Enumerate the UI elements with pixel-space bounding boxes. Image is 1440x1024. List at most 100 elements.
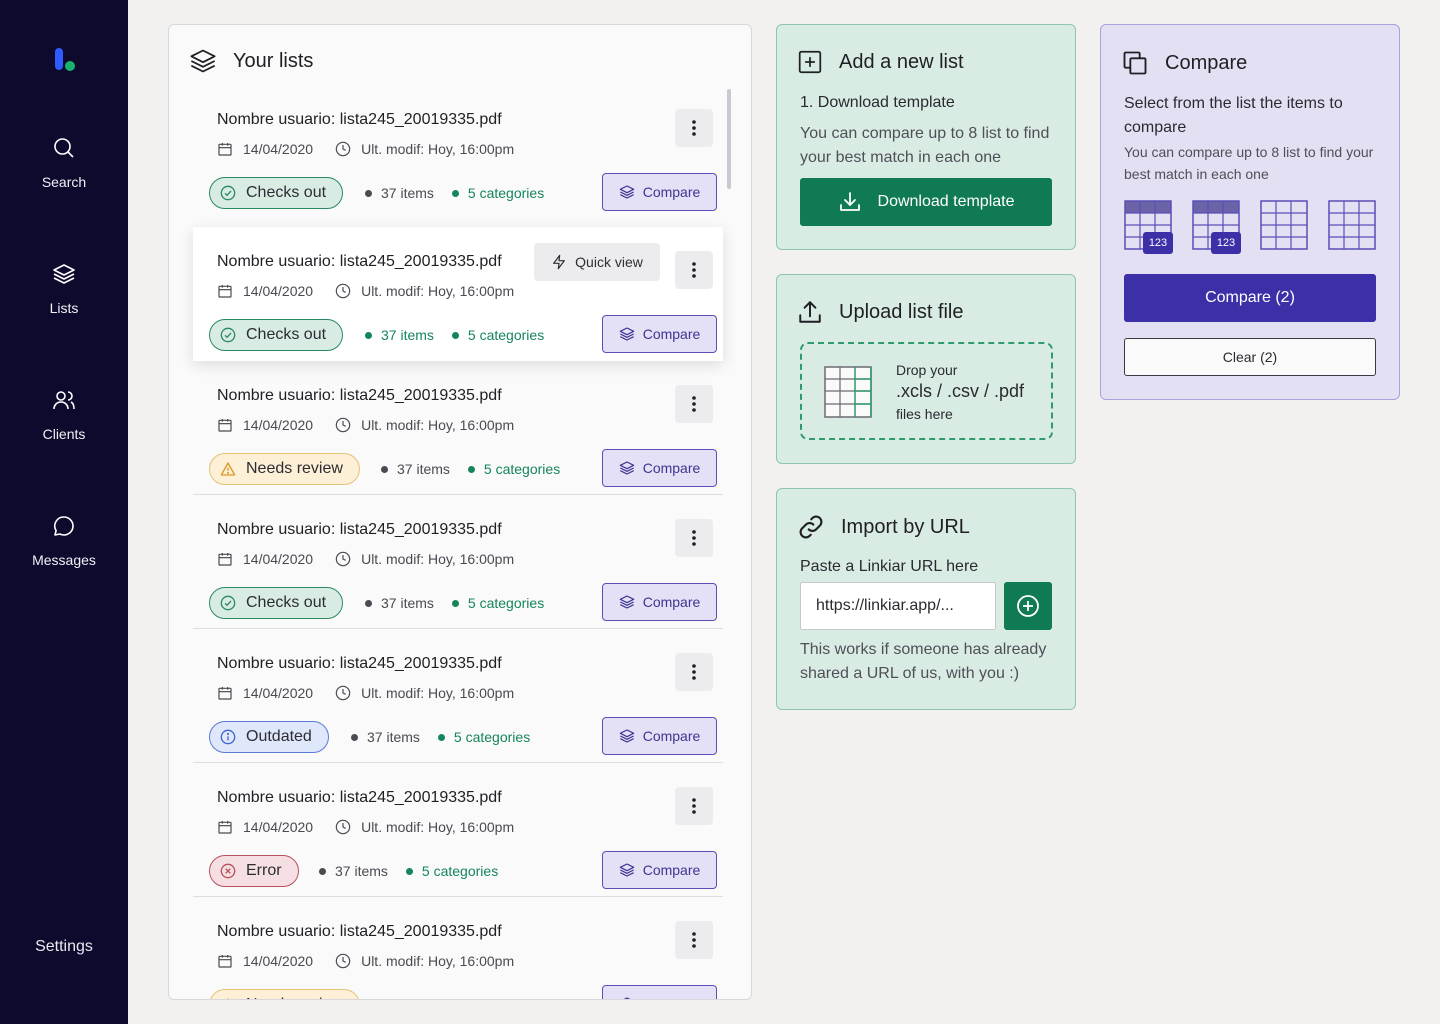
list-counts: 37 items 5 categories xyxy=(319,855,498,887)
import-url-title: Import by URL xyxy=(841,515,970,538)
status-badge: Needs review xyxy=(209,453,360,485)
status-badge: Checks out xyxy=(209,319,344,351)
more-options-button[interactable] xyxy=(675,519,713,557)
more-options-button[interactable] xyxy=(675,921,713,959)
categories-count-value: 5 categories xyxy=(467,327,545,343)
compare-submit-button[interactable]: Compare (2) xyxy=(1124,274,1376,322)
categories-count: 5 categories xyxy=(451,185,544,201)
page-title: Your lists xyxy=(233,49,314,72)
compare-slot-empty[interactable] xyxy=(1260,200,1308,250)
more-options-button[interactable] xyxy=(675,385,713,423)
compare-button[interactable]: Compare xyxy=(602,315,717,353)
table-icon xyxy=(1328,200,1376,250)
compare-button[interactable]: Compare xyxy=(602,851,717,889)
compare-description: You can compare up to 8 list to find you… xyxy=(1124,144,1374,182)
list-counts: 37 items 5 categories xyxy=(365,177,544,209)
compare-button[interactable]: Compare xyxy=(602,583,717,621)
categories-count-value: 5 categories xyxy=(467,595,545,611)
categories-count-value: 5 categories xyxy=(453,729,531,745)
compare-slot-filled[interactable]: 123 xyxy=(1124,200,1173,254)
sidebar-item-settings[interactable]: Settings xyxy=(0,938,128,956)
list-date: 14/04/2020 xyxy=(217,685,313,701)
list-meta: 14/04/2020 Ult. modif: Hoy, 16:00pm xyxy=(217,417,536,433)
scrollbar[interactable] xyxy=(727,89,731,189)
list-card[interactable]: Nombre usuario: lista245_20019335.pdf 14… xyxy=(193,227,723,361)
compare-slot-filled[interactable]: 123 xyxy=(1192,200,1241,254)
status-label: Checks out xyxy=(246,594,327,611)
status-badge: Checks out xyxy=(209,587,344,619)
upload-header: Upload list file xyxy=(797,299,964,325)
list-date-value: 14/04/2020 xyxy=(243,141,314,157)
categories-count: 5 categories xyxy=(451,327,545,343)
compare-button[interactable]: Compare xyxy=(602,173,717,211)
more-options-button[interactable] xyxy=(675,109,713,147)
clear-button[interactable]: Clear (2) xyxy=(1124,338,1376,376)
clock-icon xyxy=(335,141,351,157)
status-label: Needs review xyxy=(246,996,343,999)
clock-icon xyxy=(335,685,351,701)
list-card[interactable]: Nombre usuario: lista245_20019335.pdf 14… xyxy=(193,495,723,629)
status-badge: Error xyxy=(209,855,299,887)
copy-icon xyxy=(1123,51,1147,75)
list-card[interactable]: Nombre usuario: lista245_20019335.pdf 14… xyxy=(193,897,723,999)
add-list-header: Add a new list xyxy=(797,49,964,75)
quick-view-button[interactable]: Quick view xyxy=(534,243,660,281)
items-count-value: 37 items xyxy=(397,461,450,477)
url-input[interactable] xyxy=(800,582,996,630)
calendar-icon xyxy=(218,821,232,834)
sidebar-item-clients[interactable]: Clients xyxy=(0,388,128,442)
list-date: 14/04/2020 xyxy=(217,417,313,433)
more-options-button[interactable] xyxy=(675,251,713,289)
list-card[interactable]: Nombre usuario: lista245_20019335.pdf 14… xyxy=(193,85,723,219)
download-template-button[interactable]: Download template xyxy=(800,178,1052,226)
file-dropzone[interactable]: Drop your .xcls / .csv / .pdf files here xyxy=(800,342,1053,440)
add-list-panel: Add a new list 1. Download template You … xyxy=(776,24,1076,250)
upload-panel: Upload list file Drop your .xcls / .csv … xyxy=(776,274,1076,464)
sidebar-item-search[interactable]: Search xyxy=(0,136,128,190)
list-file-name: Nombre usuario: lista245_20019335.pdf xyxy=(217,253,502,270)
compare-button[interactable]: Compare xyxy=(602,717,717,755)
drop-text-2: files here xyxy=(896,406,953,422)
drop-text-formats: .xcls / .csv / .pdf xyxy=(896,381,1025,401)
items-count-value: 37 items xyxy=(335,863,388,879)
layers-icon xyxy=(619,595,634,609)
sidebar-item-messages[interactable]: Messages xyxy=(0,514,128,568)
list-modified: Ult. modif: Hoy, 16:00pm xyxy=(335,819,514,835)
items-count: 37 items xyxy=(365,327,434,343)
link-icon xyxy=(799,515,823,539)
list-modified: Ult. modif: Hoy, 16:00pm xyxy=(335,417,514,433)
quick-view-label: Quick view xyxy=(575,254,643,270)
list-counts: 37 items 5 categories xyxy=(381,989,560,999)
slot-badge: 123 xyxy=(1143,232,1173,254)
categories-count-value: 5 categories xyxy=(484,997,560,999)
more-vertical-icon xyxy=(692,664,696,680)
list-card[interactable]: Nombre usuario: lista245_20019335.pdf 14… xyxy=(193,361,723,495)
more-options-button[interactable] xyxy=(675,653,713,691)
compare-slot-empty[interactable] xyxy=(1328,200,1376,250)
categories-count: 5 categories xyxy=(437,729,531,745)
logo-icon xyxy=(55,48,75,71)
list-counts: 37 items 5 categories xyxy=(381,453,560,485)
items-count-value: 37 items xyxy=(397,997,450,999)
list-modified-value: Ult. modif: Hoy, 16:00pm xyxy=(361,819,515,835)
compare-button[interactable]: Compare xyxy=(602,449,717,487)
layers-icon xyxy=(619,327,634,341)
list-card[interactable]: Nombre usuario: lista245_20019335.pdf 14… xyxy=(193,629,723,763)
status-badge: Checks out xyxy=(209,177,344,209)
compare-button-label: Compare xyxy=(642,326,701,342)
sidebar-item-lists[interactable]: Lists xyxy=(0,262,128,316)
clock-icon xyxy=(335,953,351,969)
list-date: 14/04/2020 xyxy=(217,819,313,835)
list-card[interactable]: Nombre usuario: lista245_20019335.pdf 14… xyxy=(193,763,723,897)
layers-icon xyxy=(619,729,634,743)
status-label: Checks out xyxy=(246,326,327,343)
search-icon xyxy=(54,138,74,158)
list-meta: 14/04/2020 Ult. modif: Hoy, 16:00pm xyxy=(217,283,536,299)
add-url-button[interactable] xyxy=(1004,582,1052,630)
list-file-name: Nombre usuario: lista245_20019335.pdf xyxy=(217,387,502,404)
calendar-icon xyxy=(218,143,232,156)
categories-count-value: 5 categories xyxy=(483,461,561,477)
compare-button[interactable]: Compare xyxy=(602,985,717,999)
list-date-value: 14/04/2020 xyxy=(243,819,314,835)
more-options-button[interactable] xyxy=(675,787,713,825)
